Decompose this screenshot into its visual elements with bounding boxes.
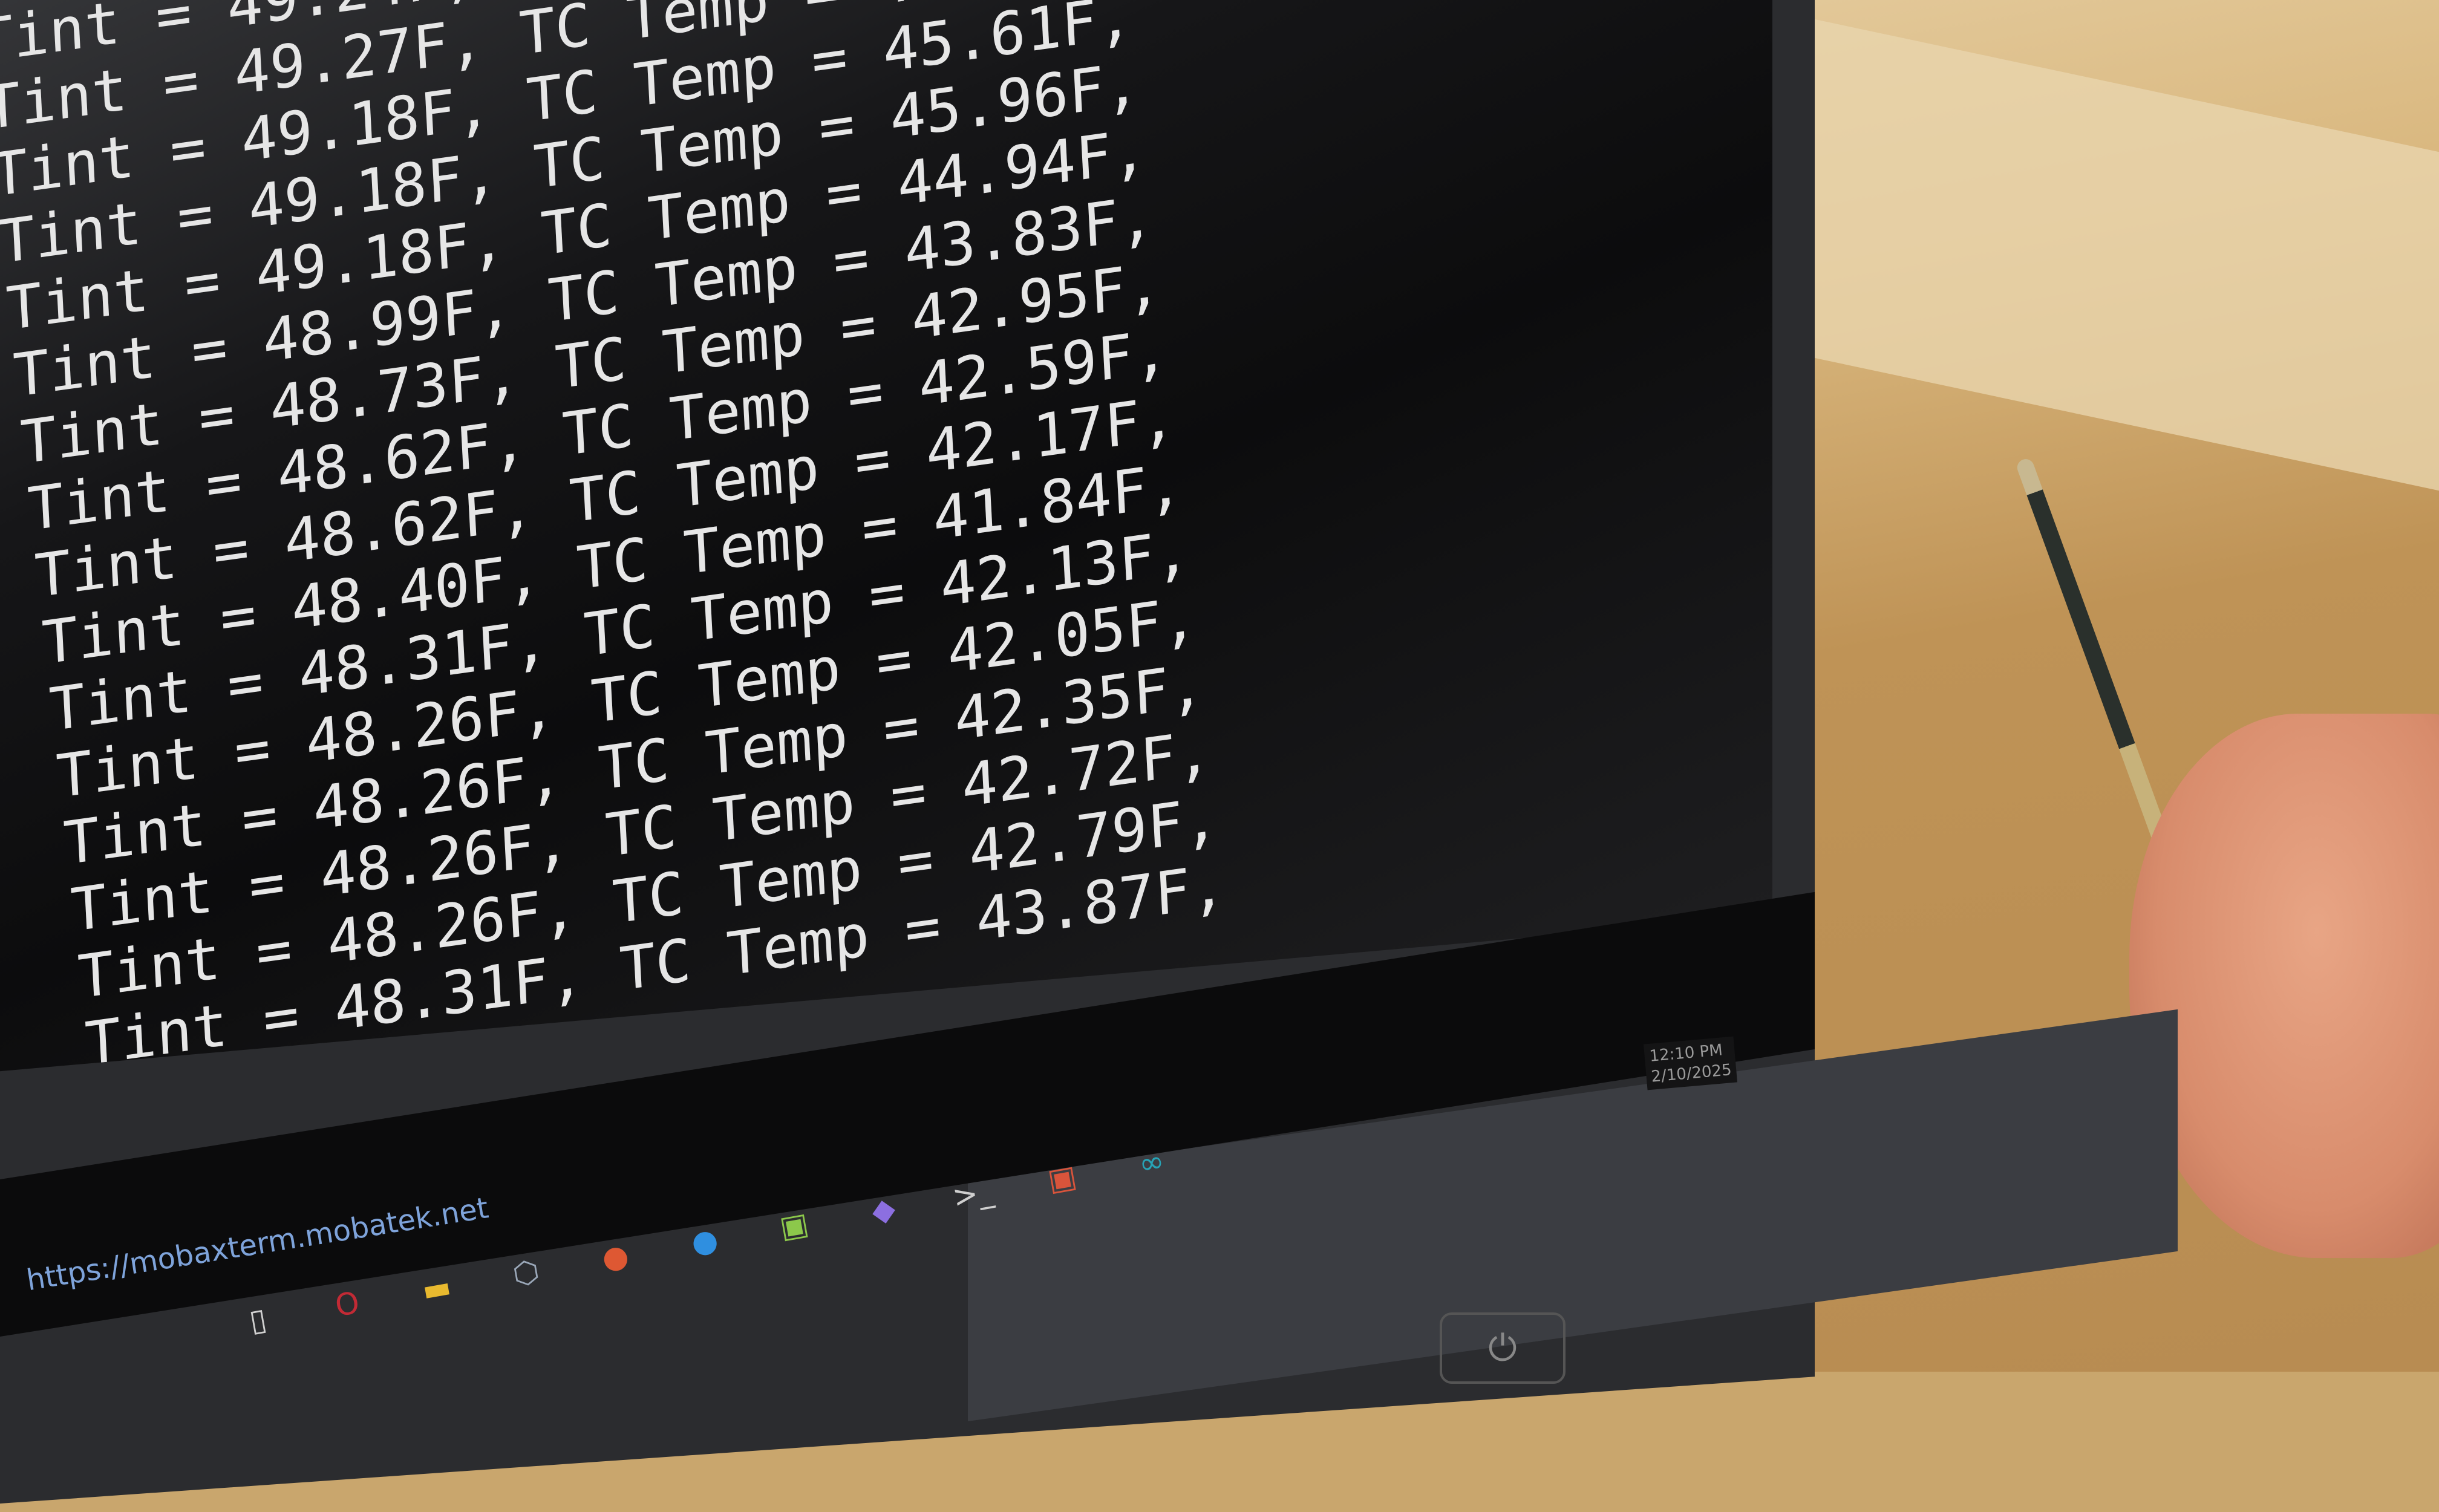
file-icon[interactable]: ▯ — [230, 1292, 286, 1348]
laptop-screen: Tint = 49.24F, TC Temp = 45.77F,Tint = 4… — [0, 0, 1772, 1077]
mobaxterm-icon[interactable]: ▣ — [1034, 1150, 1090, 1207]
app-hexagon-icon[interactable]: ⬡ — [498, 1245, 554, 1301]
duckduckgo-icon[interactable]: ● — [587, 1229, 644, 1285]
folder-icon[interactable]: ▬ — [408, 1260, 465, 1317]
image-editor-icon[interactable]: ▣ — [766, 1198, 822, 1254]
opera-icon[interactable]: O — [319, 1276, 376, 1332]
arduino-icon[interactable]: ∞ — [1123, 1135, 1180, 1191]
firefox-icon[interactable]: ● — [677, 1213, 733, 1269]
power-button[interactable]: ⏻ — [1440, 1312, 1566, 1384]
crystal-icon[interactable]: ◆ — [855, 1182, 912, 1238]
terminal-output: Tint = 49.24F, TC Temp = 45.77F,Tint = 4… — [0, 0, 1227, 1077]
terminal-icon[interactable]: >_ — [945, 1166, 1001, 1222]
system-tray-clock[interactable]: 12:10 PM 2/10/2025 — [1643, 1036, 1738, 1090]
